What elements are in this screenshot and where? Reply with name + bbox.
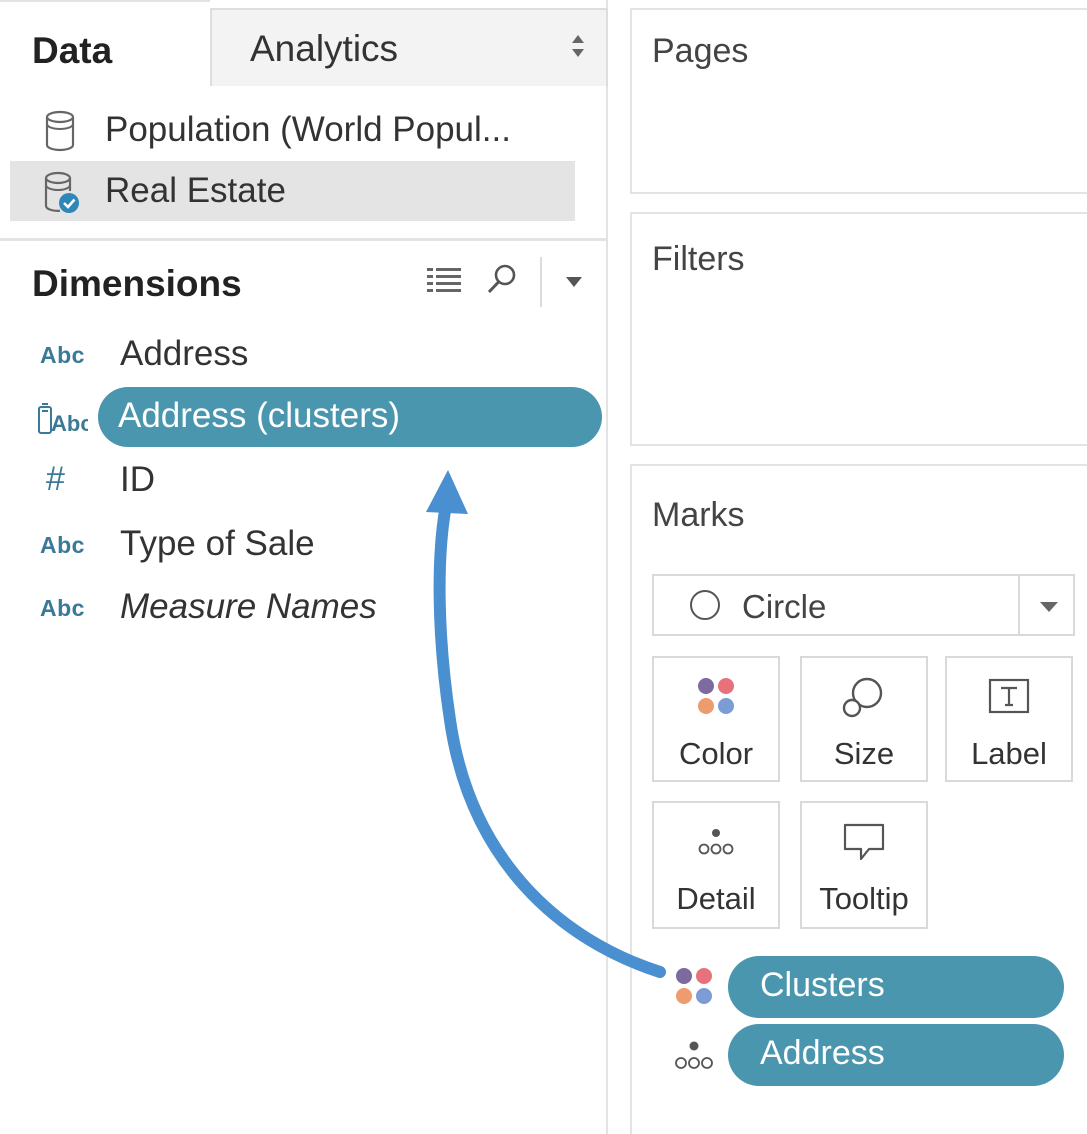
mark-type-label: Circle (742, 588, 827, 625)
color-button[interactable]: Color (652, 656, 780, 782)
datasource-real-estate[interactable]: Real Estate (10, 161, 575, 221)
dimensions-header: Dimensions (0, 241, 608, 321)
tab-analytics[interactable]: Analytics (210, 8, 608, 86)
datasource-label: Population (World Popul... (105, 110, 511, 149)
tab-data-label: Data (32, 30, 113, 71)
string-type-icon: Abc (40, 342, 85, 368)
dimension-label: Address (clusters) (118, 396, 401, 435)
speech-bubble-icon (843, 823, 885, 861)
tab-analytics-label: Analytics (250, 28, 399, 69)
color-dots-icon (676, 968, 712, 1004)
filters-shelf-title: Filters (652, 240, 745, 278)
label-button[interactable]: Label (945, 656, 1073, 782)
pane-tabs: Data Analytics (0, 0, 608, 86)
number-type-icon: # (46, 460, 65, 498)
tab-data[interactable]: Data (0, 0, 210, 86)
cluster-group-icon: Abc (38, 403, 88, 436)
dimension-label: Address (120, 334, 249, 373)
marks-card: Marks Circle Color Size Label Detail Too… (630, 464, 1087, 1134)
database-active-icon (44, 171, 79, 213)
marks-title: Marks (652, 496, 745, 534)
pages-shelf-title: Pages (652, 32, 749, 70)
dimensions-title: Dimensions (32, 263, 242, 304)
data-pane: Data Analytics Population (World Popul..… (0, 0, 608, 1134)
chevron-down-icon[interactable] (1038, 600, 1060, 614)
dimension-item[interactable]: Abc Address (0, 324, 608, 384)
pill-label: Address (760, 1034, 885, 1072)
detail-button[interactable]: Detail (652, 801, 780, 929)
dimension-label: Type of Sale (120, 524, 315, 563)
circle-mark-icon (690, 590, 720, 620)
string-type-icon: Abc (40, 595, 85, 621)
dropdown-separator (1018, 576, 1020, 634)
text-label-icon (988, 678, 1030, 714)
color-dots-icon (698, 678, 734, 714)
string-type-icon: Abc (40, 532, 85, 558)
filters-shelf[interactable]: Filters (630, 212, 1087, 446)
size-circles-icon (842, 677, 883, 718)
address-pill[interactable]: Address (728, 1024, 1064, 1086)
clusters-pill[interactable]: Clusters (728, 956, 1064, 1018)
color-button-label: Color (678, 736, 754, 771)
header-separator (540, 257, 542, 307)
size-button-label: Size (833, 736, 895, 771)
marks-field-address[interactable]: Address (662, 1024, 1082, 1086)
dimension-item[interactable]: Abc Type of Sale (0, 514, 608, 574)
dimension-item-selected[interactable]: Abc Address (clusters) (0, 387, 608, 447)
detail-dots-icon (698, 829, 734, 855)
pill-label: Clusters (760, 966, 885, 1004)
database-icon (45, 110, 75, 152)
dimension-item[interactable]: # ID (0, 450, 608, 510)
dimension-label: ID (120, 460, 155, 499)
address-clusters-pill[interactable]: Address (clusters) (98, 387, 602, 447)
updown-arrows-icon[interactable] (568, 30, 588, 62)
marks-field-clusters[interactable]: Clusters (662, 956, 1082, 1018)
datasource-population[interactable]: Population (World Popul... (10, 100, 575, 160)
tooltip-button-label: Tooltip (819, 881, 909, 916)
chevron-down-icon[interactable] (564, 275, 584, 289)
pages-shelf[interactable]: Pages (630, 8, 1087, 194)
svg-text:Abc: Abc (51, 411, 88, 436)
dimension-label: Measure Names (120, 587, 377, 626)
label-button-label: Label (971, 736, 1047, 771)
search-icon[interactable] (484, 261, 520, 299)
mark-type-dropdown[interactable]: Circle (652, 574, 1075, 636)
tooltip-button[interactable]: Tooltip (800, 801, 928, 929)
detail-button-label: Detail (676, 881, 756, 916)
size-button[interactable]: Size (800, 656, 928, 782)
list-view-icon[interactable] (424, 265, 464, 295)
dimension-item[interactable]: Abc Measure Names (0, 577, 608, 637)
detail-dots-icon (675, 1041, 713, 1069)
datasource-label: Real Estate (105, 171, 286, 210)
